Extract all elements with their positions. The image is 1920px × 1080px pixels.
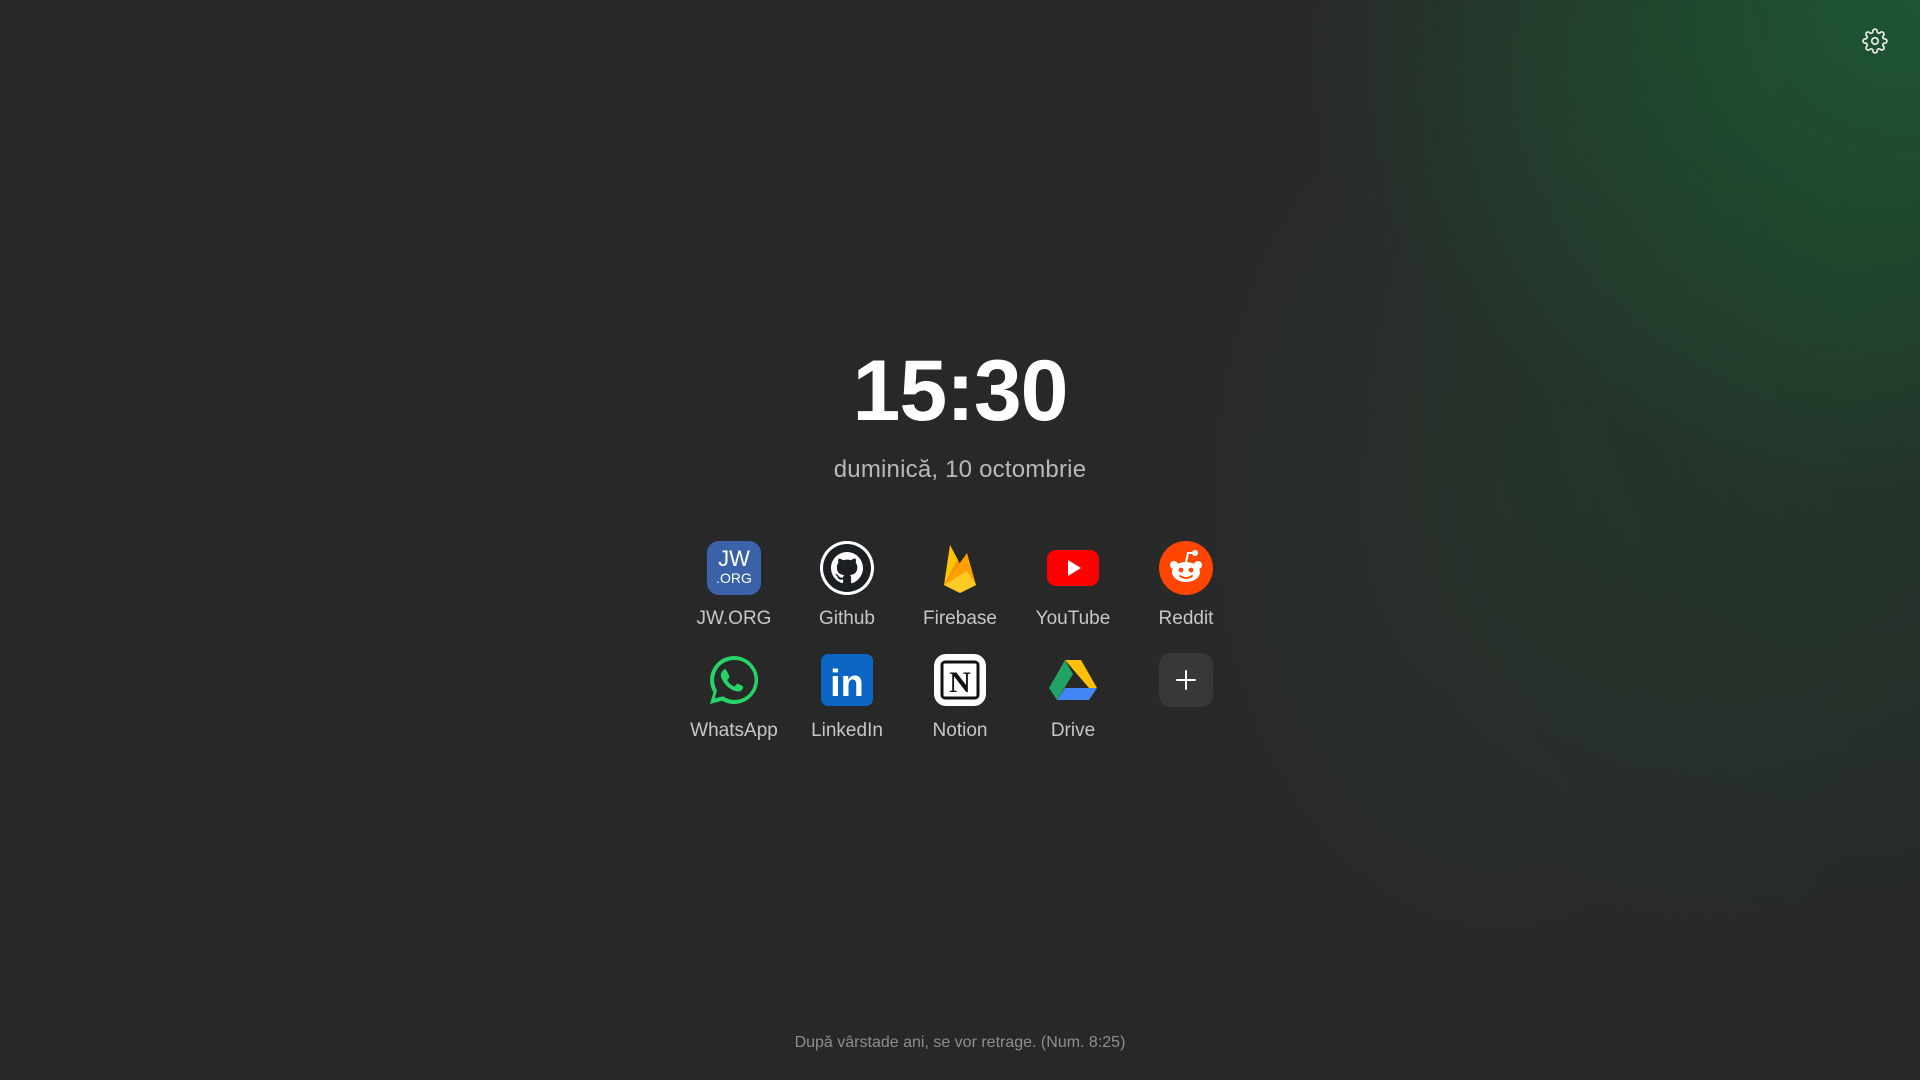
shortcut-label: Firebase [923,608,997,629]
svg-text:in: in [830,663,864,705]
notion-icon: N [932,652,988,708]
shortcut-label: LinkedIn [811,720,883,741]
clock-widget: 15:30 duminică, 10 octombrie [0,348,1920,484]
linkedin-icon: in [819,652,875,708]
gear-icon [1862,28,1888,54]
shortcut-label: WhatsApp [690,720,778,741]
shortcut-whatsapp[interactable]: WhatsApp [678,652,791,742]
shortcut-label: Github [819,608,875,629]
jworg-icon: JW .ORG [706,540,762,596]
svg-text:.ORG: .ORG [716,570,752,586]
shortcut-label: Drive [1050,720,1096,741]
shortcut-label: Notion [932,720,988,741]
shortcut-notion[interactable]: N Notion [904,652,1017,742]
reddit-icon [1158,540,1214,596]
shortcut-label: Reddit [1158,608,1214,629]
github-icon [819,540,875,596]
shortcut-linkedin[interactable]: in LinkedIn [791,652,904,742]
shortcut-label: JW.ORG [696,608,772,629]
svg-text:N: N [949,666,971,699]
settings-button[interactable] [1860,26,1890,56]
clock-time: 15:30 [852,343,1069,439]
clock-date: duminică, 10 octombrie [833,456,1087,483]
youtube-icon [1045,540,1101,596]
footer-quote: După vârstade ani, se vor retrage. (Num.… [794,1034,1126,1051]
shortcut-youtube[interactable]: YouTube [1017,540,1130,630]
shortcut-reddit[interactable]: Reddit [1130,540,1243,630]
shortcut-label: YouTube [1035,608,1111,629]
add-shortcut-tile[interactable] [1159,653,1213,707]
shortcut-drive[interactable]: Drive [1017,652,1130,742]
shortcut-firebase[interactable]: Firebase [904,540,1017,630]
svg-text:JW: JW [718,546,750,571]
firebase-icon [932,540,988,596]
shortcut-github[interactable]: Github [791,540,904,630]
shortcut-jworg[interactable]: JW .ORG JW.ORG [678,540,791,630]
google-drive-icon [1045,652,1101,708]
add-shortcut-button[interactable] [1130,652,1243,742]
plus-icon [1176,670,1196,690]
whatsapp-icon [706,652,762,708]
shortcut-grid: JW .ORG JW.ORG Github Firebase YouTube R… [0,540,1920,742]
